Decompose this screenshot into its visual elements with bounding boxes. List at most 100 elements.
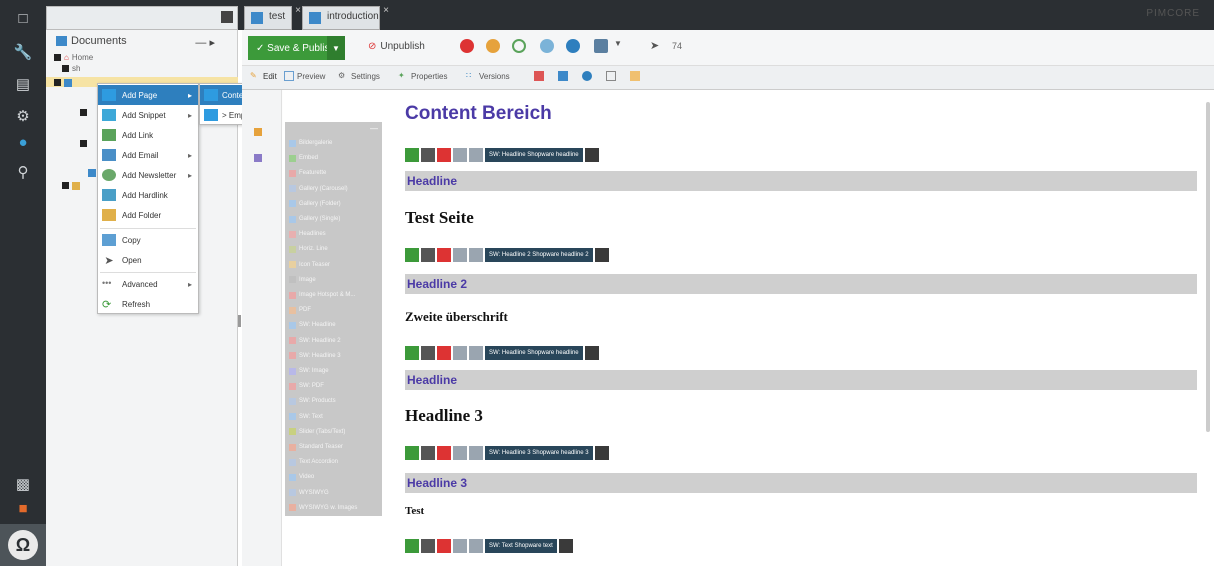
panel-resize-handle[interactable]	[238, 315, 241, 327]
snippet-palette-item[interactable]: Horiz. Line	[289, 242, 378, 256]
headline-text[interactable]: Zweite überschrift	[405, 309, 508, 325]
snippet-palette-item[interactable]: Standard Teaser	[289, 440, 378, 454]
tree-item-home[interactable]: ⌂ Home	[54, 52, 93, 63]
snippet-palette-item[interactable]: SW: Products	[289, 394, 378, 408]
menu-item-add-hardlink[interactable]: Add Hardlink	[98, 185, 198, 205]
close-icon[interactable]: ×	[383, 5, 389, 16]
block-type-label[interactable]: SW: Headline Shopware headline	[485, 346, 583, 360]
expand-icon[interactable]	[80, 140, 87, 147]
tree-item[interactable]	[80, 138, 87, 149]
tree-item[interactable]	[88, 167, 96, 178]
move-up-icon[interactable]	[453, 539, 467, 553]
tab-test[interactable]: test ×	[244, 5, 301, 30]
wrench-icon[interactable]: 🔧	[0, 38, 46, 66]
menu-item-add-email[interactable]: Add Email ▸	[98, 145, 198, 165]
snippet-palette-item[interactable]: Gallery (Carousel)	[289, 182, 378, 196]
chevron-down-icon[interactable]	[421, 539, 435, 553]
headline-text[interactable]: Test Seite	[405, 208, 474, 228]
headline-bar[interactable]: Headline 3	[405, 473, 1197, 493]
move-up-icon[interactable]	[453, 346, 467, 360]
edit-icon[interactable]	[594, 248, 609, 262]
headline-bar[interactable]: Headline 2	[405, 274, 1197, 294]
menu-item-add-link[interactable]: Add Link	[98, 125, 198, 145]
menu-item-advanced[interactable]: ••• Advanced ▸	[98, 274, 198, 294]
chevron-down-icon[interactable]	[421, 148, 435, 162]
scrollbar[interactable]	[1206, 102, 1210, 432]
info-icon[interactable]	[566, 39, 580, 53]
tab-scheduler[interactable]	[534, 71, 544, 81]
gear-icon[interactable]: ⚙	[0, 102, 46, 130]
add-icon[interactable]	[405, 148, 419, 162]
move-down-icon[interactable]	[469, 248, 483, 262]
snippet-palette-item[interactable]: Icon Teaser	[289, 258, 378, 272]
snippet-palette-item[interactable]: Gallery (Folder)	[289, 197, 378, 211]
shopware-icon[interactable]: ●	[0, 128, 46, 156]
menu-item-add-page[interactable]: Add Page ▸	[98, 85, 198, 105]
block-type-label[interactable]: SW: Headline 3 Shopware headline 3	[485, 446, 593, 460]
unpublish-button[interactable]: ⊘ Unpublish	[368, 41, 425, 52]
chart-icon[interactable]: ▤	[0, 70, 46, 98]
filter-icon[interactable]	[254, 154, 262, 162]
headline-text[interactable]: Headline 3	[405, 406, 483, 426]
expand-icon[interactable]	[80, 109, 87, 116]
menu-item-refresh[interactable]: ⟳ Refresh	[98, 294, 198, 314]
snippet-palette-item[interactable]: Gallery (Single)	[289, 212, 378, 226]
notification-icon[interactable]: ■	[0, 494, 46, 522]
headline-bar[interactable]: Headline	[405, 171, 1197, 191]
reload-icon[interactable]	[512, 39, 526, 53]
snippet-palette-item[interactable]: Headlines	[289, 227, 378, 241]
add-icon[interactable]	[405, 539, 419, 553]
snippet-palette-item[interactable]: SW: PDF	[289, 379, 378, 393]
snippet-palette-item[interactable]: Video	[289, 470, 378, 484]
edit-icon[interactable]	[558, 539, 573, 553]
headline-bar[interactable]: Headline	[405, 370, 1197, 390]
avatar[interactable]: Ω	[8, 530, 38, 560]
share-icon[interactable]	[540, 39, 554, 53]
pin-icon[interactable]	[254, 128, 262, 136]
collapse-icon[interactable]	[221, 11, 233, 23]
snippet-palette-item[interactable]: SW: Image	[289, 364, 378, 378]
tab-properties[interactable]: ✦ Properties	[398, 71, 447, 81]
snippet-palette-item[interactable]: Bildergalerie	[289, 136, 378, 150]
menu-item-open[interactable]: ➤ Open	[98, 250, 198, 270]
snippet-palette-item[interactable]: SW: Headline	[289, 318, 378, 332]
tab-tag[interactable]	[630, 71, 640, 81]
tab-versions[interactable]: ∷ Versions	[466, 71, 510, 81]
cursor-icon[interactable]: ➤	[650, 39, 664, 53]
menu-item-add-snippet[interactable]: Add Snippet ▸	[98, 105, 198, 125]
add-icon[interactable]	[405, 248, 419, 262]
tab-dependencies[interactable]	[558, 71, 568, 81]
save-publish-button[interactable]: ✓ Save & Publish ▼	[248, 36, 345, 60]
text-block[interactable]: Test	[405, 505, 424, 517]
tab-introduction[interactable]: introduction ×	[302, 5, 389, 30]
delete-icon[interactable]	[437, 248, 451, 262]
move-down-icon[interactable]	[469, 148, 483, 162]
move-up-icon[interactable]	[453, 248, 467, 262]
snippet-palette-item[interactable]: SW: Text	[289, 410, 378, 424]
snippet-palette-item[interactable]: SW: Headline 3	[289, 349, 378, 363]
move-up-icon[interactable]	[453, 148, 467, 162]
tab-workflow[interactable]	[606, 71, 616, 81]
calendar-icon[interactable]	[594, 39, 608, 53]
edit-icon[interactable]	[584, 148, 599, 162]
expand-icon[interactable]	[54, 54, 61, 61]
delete-icon[interactable]	[460, 39, 474, 53]
snippet-palette-item[interactable]: PDF	[289, 303, 378, 317]
expand-icon[interactable]	[54, 79, 61, 86]
move-down-icon[interactable]	[469, 346, 483, 360]
tree-item[interactable]	[62, 180, 80, 191]
snippet-palette-item[interactable]: SW: Headline 2	[289, 334, 378, 348]
snippet-palette-item[interactable]: Image Hotspot & M...	[289, 288, 378, 302]
close-icon[interactable]: ×	[295, 5, 301, 16]
block-type-label[interactable]: SW: Text Shopware text	[485, 539, 557, 553]
expand-icon[interactable]	[62, 182, 69, 189]
menu-item-add-folder[interactable]: Add Folder	[98, 205, 198, 225]
chevron-down-icon[interactable]: ▼	[614, 39, 628, 53]
edit-icon[interactable]	[584, 346, 599, 360]
tree-item[interactable]	[80, 107, 87, 118]
delete-icon[interactable]	[437, 446, 451, 460]
menu-item-add-newsletter[interactable]: Add Newsletter ▸	[98, 165, 198, 185]
snippet-palette-item[interactable]: Text Accordion	[289, 455, 378, 469]
chevron-down-icon[interactable]	[421, 248, 435, 262]
move-down-icon[interactable]	[469, 446, 483, 460]
